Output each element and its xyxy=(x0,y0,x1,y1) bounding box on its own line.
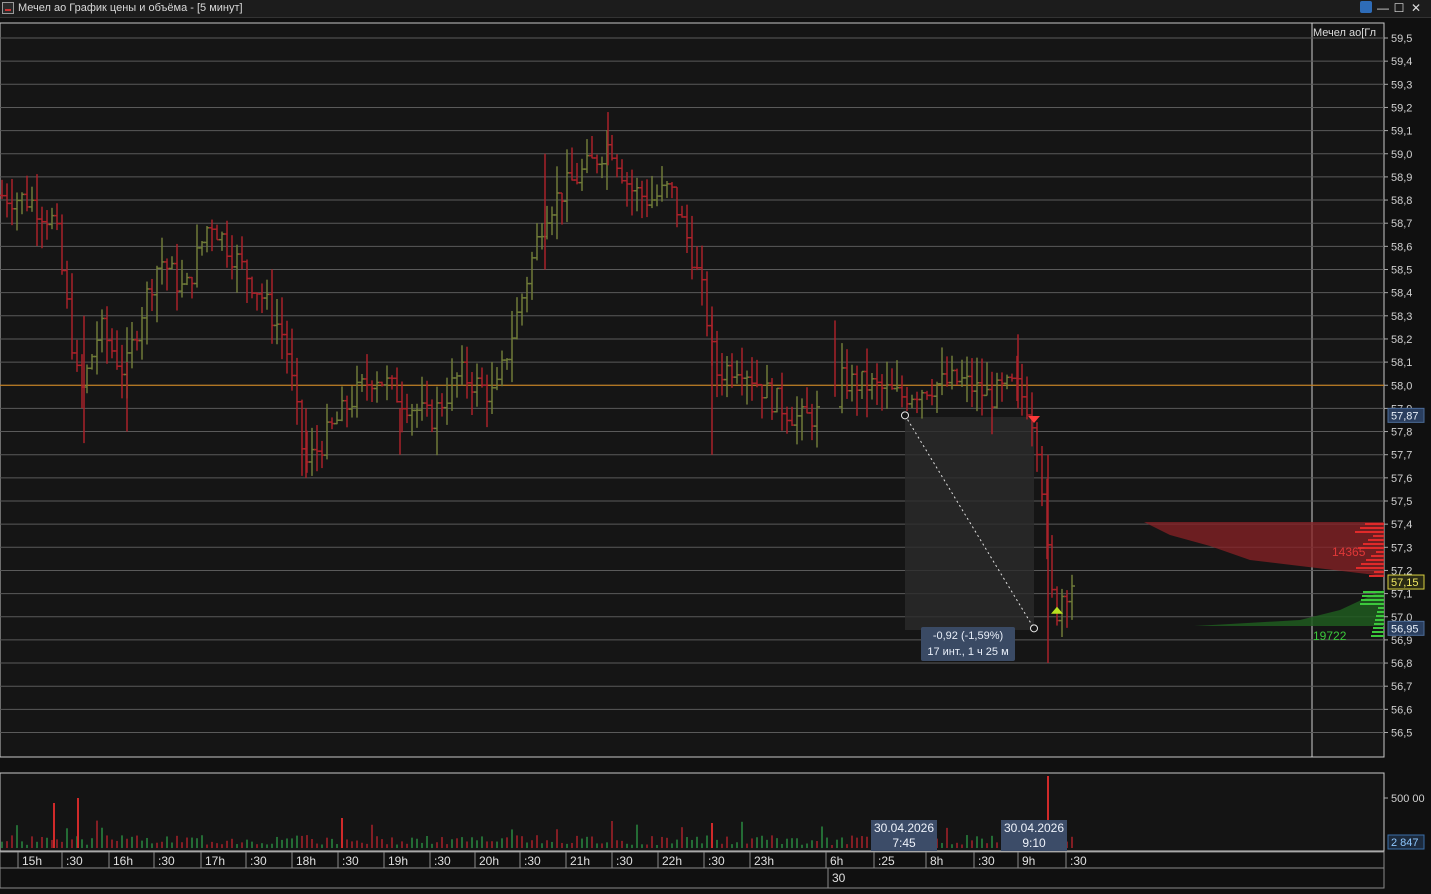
y-tick-label: 59,5 xyxy=(1391,33,1412,45)
time-tick-label: :30 xyxy=(342,854,359,868)
time-tick-label: 19h xyxy=(388,854,408,868)
y-tick-label: 58,2 xyxy=(1391,334,1412,346)
y-tick-label: 58,7 xyxy=(1391,218,1412,230)
y-tick-label: 59,1 xyxy=(1391,126,1412,138)
y-tick-label: 58,3 xyxy=(1391,311,1412,323)
cursor-date-end: 30.04.2026 9:10 xyxy=(1001,820,1067,851)
time-tick-label: :30 xyxy=(158,854,175,868)
y-tick-label: 58,0 xyxy=(1391,380,1412,392)
price-panel xyxy=(0,22,1385,758)
measurement-tooltip: -0,92 (-1,59%) 17 инт., 1 ч 25 м xyxy=(921,627,1015,661)
measurement-end-handle[interactable] xyxy=(1030,624,1038,633)
cursor-date-end-time: 9:10 xyxy=(1022,836,1046,850)
y-tick-label: 59,4 xyxy=(1391,56,1412,68)
time-tick-label: :30 xyxy=(708,854,725,868)
time-tick-label: 20h xyxy=(479,854,499,868)
volume-profile-buy-label: 19722 xyxy=(1313,629,1347,643)
y-tick-label: 58,6 xyxy=(1391,241,1412,253)
y-tick-label: 58,8 xyxy=(1391,195,1412,207)
time-tick-label: 18h xyxy=(296,854,316,868)
y-tick-label: 57,3 xyxy=(1391,542,1412,554)
volume-tick-label: 500 00 xyxy=(1391,793,1425,805)
time-tick-label: :30 xyxy=(1070,854,1087,868)
y-tick-label: 59,3 xyxy=(1391,79,1412,91)
measurement-start-handle[interactable] xyxy=(901,411,909,420)
y-tick-label: 59,0 xyxy=(1391,149,1412,161)
time-tick-label: :30 xyxy=(250,854,267,868)
time-tick-label: 16h xyxy=(113,854,133,868)
time-tick-label: 8h xyxy=(930,854,943,868)
cursor-date-start: 30.04.2026 7:45 xyxy=(871,820,937,851)
volume-profile-sell-label: 14365 xyxy=(1332,545,1366,559)
y-tick-label: 56,9 xyxy=(1391,635,1412,647)
instrument-label: Мечел ао[Гл xyxy=(1313,27,1376,39)
y-tick-label: 57,6 xyxy=(1391,473,1412,485)
y-tick-label: 58,1 xyxy=(1391,357,1412,369)
y-tick-label: 59,2 xyxy=(1391,102,1412,114)
y-tick-label: 57,1 xyxy=(1391,589,1412,601)
y-tick-label: 57,4 xyxy=(1391,519,1412,531)
y-tick-label: 56,6 xyxy=(1391,704,1412,716)
measurement-area xyxy=(905,417,1034,630)
y-tick-label: 56,8 xyxy=(1391,658,1412,670)
cursor-date-start-date: 30.04.2026 xyxy=(873,821,935,835)
y-tick-label: 58,5 xyxy=(1391,265,1412,277)
time-tick-label: 9h xyxy=(1022,854,1035,868)
cursor-date-end-date: 30.04.2026 xyxy=(1003,821,1065,835)
time-tick-label: 6h xyxy=(830,854,843,868)
measurement-change: -0,92 (-1,59%) xyxy=(932,630,1004,642)
price-tag-label: 56,95 xyxy=(1391,623,1419,635)
time-tick-label: 15h xyxy=(22,854,42,868)
y-tick-label: 57,7 xyxy=(1391,450,1412,462)
price-tag-label: 57,87 xyxy=(1391,410,1419,422)
time-axis-row2 xyxy=(0,867,1385,889)
time-tick-label: :30 xyxy=(434,854,451,868)
time-tick-label: :30 xyxy=(978,854,995,868)
y-tick-label: 57,5 xyxy=(1391,496,1412,508)
time-tick-label: 22h xyxy=(662,854,682,868)
time-tick-label: :30 xyxy=(616,854,633,868)
cursor-date-start-time: 7:45 xyxy=(892,836,916,850)
measurement-duration: 17 инт., 1 ч 25 м xyxy=(927,646,1009,658)
y-tick-label: 57,8 xyxy=(1391,427,1412,439)
time-tick-label: :30 xyxy=(524,854,541,868)
y-tick-label: 56,5 xyxy=(1391,728,1412,740)
volume-panel xyxy=(0,772,1385,852)
time-tick-label: 21h xyxy=(570,854,590,868)
y-tick-label: 58,9 xyxy=(1391,172,1412,184)
time-tick-label: 23h xyxy=(754,854,774,868)
day-label: 30 xyxy=(832,871,846,885)
price-tag-label: 57,15 xyxy=(1391,577,1419,589)
y-tick-label: 58,4 xyxy=(1391,288,1412,300)
time-tick-label: :30 xyxy=(66,854,83,868)
time-tick-label: :25 xyxy=(878,854,895,868)
volume-last-value: 2 847 xyxy=(1391,837,1419,849)
y-tick-label: 56,7 xyxy=(1391,681,1412,693)
price-chart[interactable]: 14365 19722 500 00 2 847 59,5 59,4 59,3 59,2 5… xyxy=(0,0,1431,894)
time-tick-label: 17h xyxy=(205,854,225,868)
